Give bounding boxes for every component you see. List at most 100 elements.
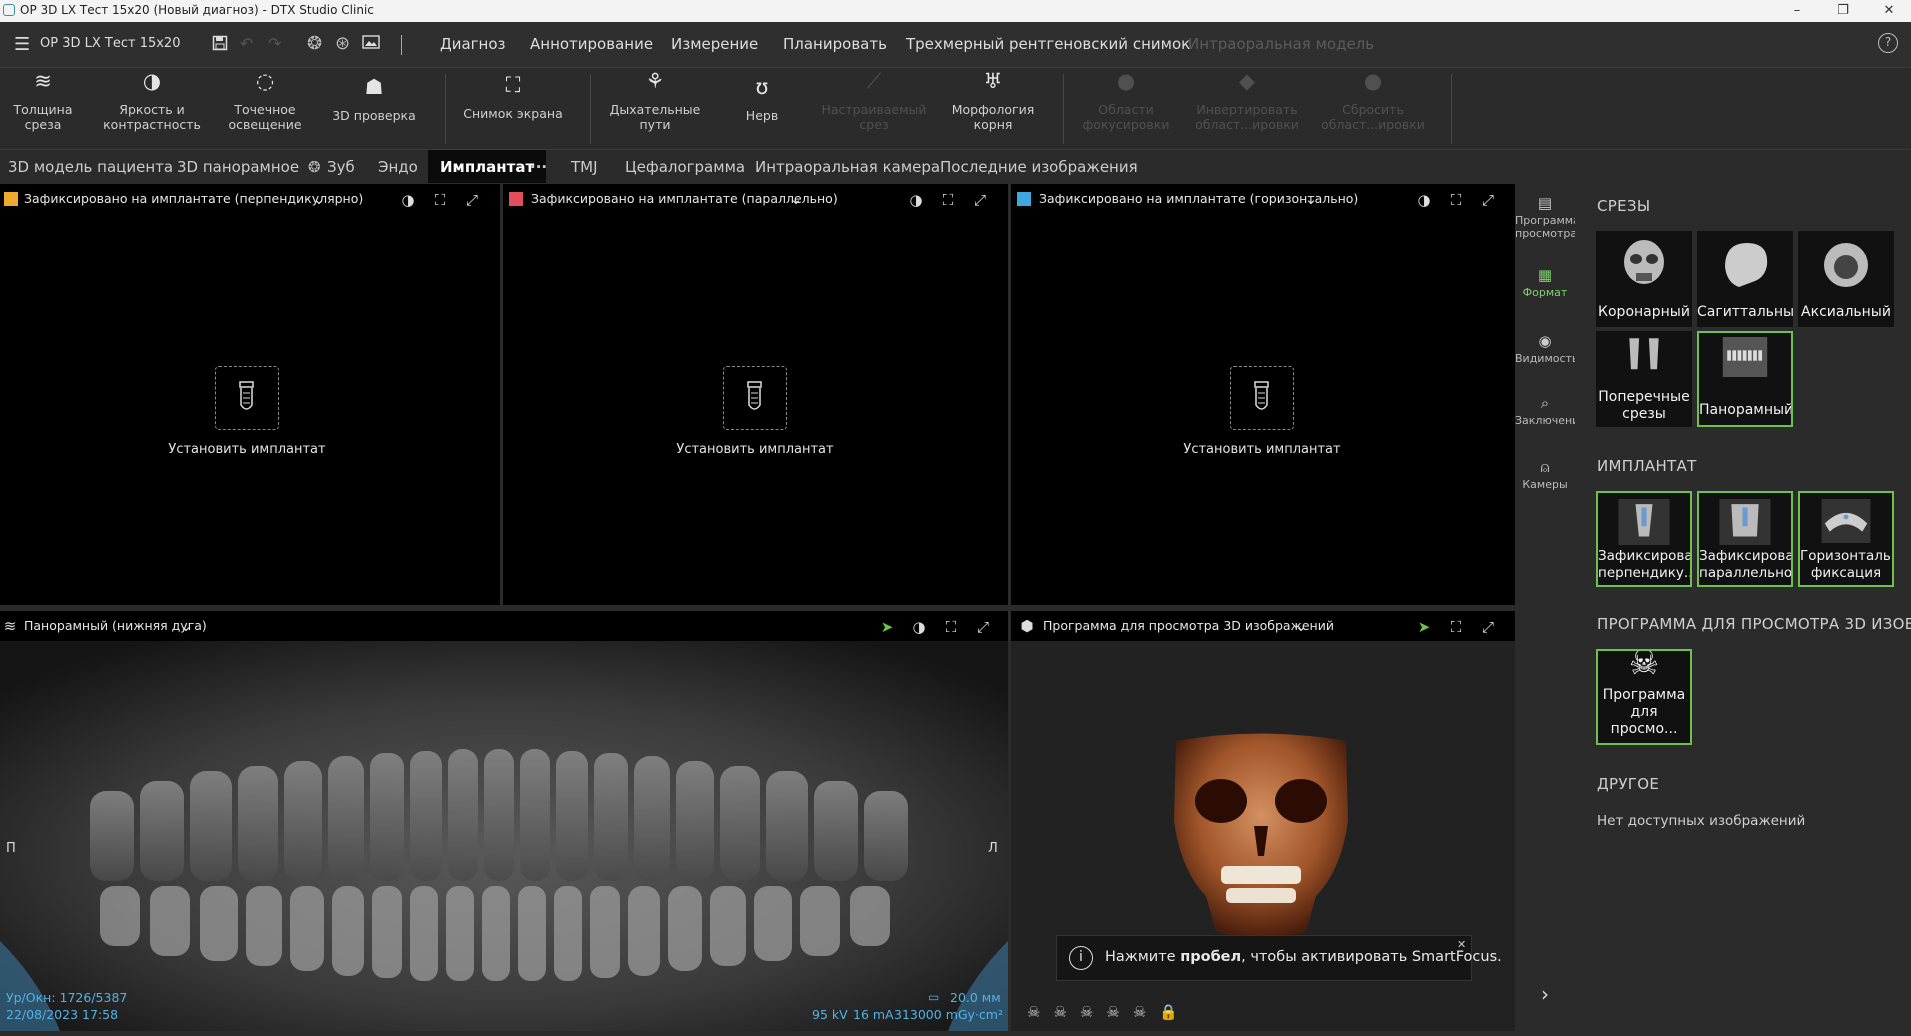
settings-wheel-icon[interactable]: ⊛ (335, 33, 350, 54)
viewport-implant-perpendicular[interactable]: Зафиксировано на имплантате (перпендикул… (0, 184, 500, 605)
layout-card-3d-viewer[interactable]: ☠ Программа для просмо... (1596, 649, 1692, 745)
window-level-readout: Ур/Окн: 1726/5387 (6, 990, 128, 1005)
maximize-button[interactable]: ❐ (1820, 0, 1866, 22)
expand-panel-button[interactable]: › (1515, 984, 1575, 1004)
image-gallery-icon[interactable] (362, 34, 380, 54)
minimize-button[interactable]: – (1774, 0, 1820, 22)
fullscreen-icon[interactable]: ⤢ (462, 190, 482, 210)
skull-front-view-icon[interactable]: ☠ (1027, 1003, 1053, 1021)
tab-tmj[interactable]: TMJ (571, 158, 598, 176)
viewport-3d-viewer[interactable]: ⬢ Программа для просмотра 3D изображений… (1011, 611, 1515, 1031)
skull-top-view-icon[interactable]: ☠ (1133, 1003, 1159, 1021)
undo-icon[interactable]: ↶ (240, 34, 253, 53)
rail-format[interactable]: ▦ Формат (1515, 268, 1575, 300)
nav-annotation[interactable]: Аннотирование (530, 35, 653, 53)
skull-right-view-icon[interactable]: ☠ (1106, 1003, 1132, 1021)
set-implant-label[interactable]: Установить имплантат (1152, 442, 1372, 457)
fit-to-view-icon[interactable]: ⛶ (941, 617, 961, 637)
tool-airway[interactable]: ⚘ Дыхательные пути (606, 71, 704, 133)
layout-card-implant-horizontal[interactable]: Горизонтальная фиксация (1798, 491, 1894, 587)
nav-3d-xray[interactable]: Трехмерный рентгеновский снимок (906, 35, 1190, 53)
rail-viewer-program[interactable]: ▤ Программа просмотра (1515, 196, 1580, 241)
layout-card-implant-perpendicular[interactable]: Зафиксировано перпендику... (1596, 491, 1692, 587)
tool-spotlight[interactable]: ◌ Точечное освещение (222, 71, 308, 133)
viewport-header: Зафиксировано на имплантате (параллельно… (503, 184, 1008, 214)
layout-card-sagittal[interactable]: Сагиттальный (1697, 231, 1793, 327)
fullscreen-icon[interactable]: ⤢ (970, 190, 990, 210)
set-implant-label[interactable]: Установить имплантат (645, 442, 865, 457)
skull-back-view-icon[interactable]: ☠ (1053, 1003, 1079, 1021)
nav-measurement[interactable]: Измерение (671, 35, 758, 53)
layout-card-implant-parallel[interactable]: Зафиксировано параллельно (1697, 491, 1793, 587)
rail-conclusions[interactable]: ⌕ Заключения (1515, 396, 1586, 428)
implant-parallel-thumbnail (1719, 499, 1771, 545)
tab-tooth[interactable]: Зуб (327, 158, 355, 176)
fullscreen-icon[interactable]: ⤢ (1478, 190, 1498, 210)
save-icon[interactable] (212, 35, 228, 55)
layout-card-axial[interactable]: Аксиальный (1798, 231, 1894, 327)
tab-intraoral-camera[interactable]: Интраоральная камера (755, 158, 940, 176)
chevron-down-icon[interactable]: ⌄ (786, 189, 806, 209)
tool-root-morphology[interactable]: ♅ Морфология корня (946, 71, 1040, 133)
coronal-slice-thumbnail (1624, 240, 1664, 284)
hamburger-menu-icon[interactable]: ☰ (14, 34, 30, 55)
tab-implant[interactable]: Имплантат (428, 150, 547, 183)
implant-placeholder-icon[interactable] (1230, 366, 1294, 430)
pointer-cursor-icon[interactable]: ➤ (877, 617, 897, 637)
chevron-down-icon[interactable]: ⌄ (1301, 189, 1321, 209)
tool-brightness-contrast[interactable]: ◑ Яркость и контрастность (98, 71, 206, 133)
fit-to-view-icon[interactable]: ⛶ (1446, 617, 1466, 637)
teeth-chart-icon[interactable]: ❂ (307, 33, 322, 54)
nav-planning[interactable]: Планировать (783, 35, 887, 53)
implant-placeholder-icon[interactable] (215, 366, 279, 430)
layout-card-coronal[interactable]: Коронарный (1596, 231, 1692, 327)
fit-to-view-icon[interactable]: ⛶ (430, 190, 450, 210)
patient-name[interactable]: OP 3D LX Тест 15x20 (40, 36, 180, 51)
tool-label: Толщина среза (13, 102, 73, 132)
nav-intraoral-model[interactable]: Интраоральная модель (1188, 35, 1374, 53)
redo-icon[interactable]: ↷ (268, 34, 281, 53)
rail-visibility[interactable]: ◉ Видимость (1515, 334, 1578, 366)
tab-more-button[interactable]: ··· (530, 158, 547, 176)
rail-cameras[interactable]: ⍝ Камеры (1515, 460, 1575, 492)
tool-3d-check[interactable]: ☗ 3D проверка (328, 77, 420, 124)
tab-3d-patient-model[interactable]: 3D модель пациента (8, 158, 173, 176)
viewport-implant-parallel[interactable]: Зафиксировано на имплантате (параллельно… (503, 184, 1008, 605)
tool-reset-areas[interactable]: ● Сбросить област...ировки (1310, 71, 1436, 133)
tab-3d-panoramic[interactable]: 3D панорамное (177, 158, 299, 176)
tool-screenshot[interactable]: ⛶ Снимок экрана (460, 75, 566, 122)
close-window-button[interactable]: ✕ (1866, 0, 1911, 22)
fit-to-view-icon[interactable]: ⛶ (938, 190, 958, 210)
tool-custom-slice[interactable]: ⟋ Настраиваемый срез (816, 71, 932, 133)
tab-cephalogram[interactable]: Цефалограмма (625, 158, 745, 176)
chevron-down-icon[interactable]: ⌄ (309, 189, 329, 209)
contrast-icon[interactable]: ◑ (398, 190, 418, 210)
tool-nerve[interactable]: ʊ Нерв (724, 77, 800, 124)
layout-card-cross-sections[interactable]: Поперечные срезы (1596, 331, 1692, 427)
fit-to-view-icon[interactable]: ⛶ (1446, 190, 1466, 210)
chevron-down-icon[interactable]: ⌄ (176, 616, 196, 636)
fullscreen-icon[interactable]: ⤢ (1478, 617, 1498, 637)
layout-card-panoramic[interactable]: Панорамный (1697, 331, 1793, 427)
skull-left-view-icon[interactable]: ☠ (1080, 1003, 1106, 1021)
lock-icon[interactable]: 🔒 (1159, 1003, 1191, 1021)
contrast-icon[interactable]: ◑ (906, 190, 926, 210)
tab-endo[interactable]: Эндо (378, 158, 418, 176)
set-implant-label[interactable]: Установить имплантат (137, 442, 357, 457)
close-hint-button[interactable]: ✕ (1457, 938, 1466, 951)
contrast-icon[interactable]: ◑ (1414, 190, 1434, 210)
nav-diagnosis[interactable]: Диагноз (440, 35, 506, 53)
viewport-implant-horizontal[interactable]: Зафиксировано на имплантате (горизонталь… (1011, 184, 1515, 605)
implant-placeholder-icon[interactable] (723, 366, 787, 430)
fullscreen-icon[interactable]: ⤢ (973, 617, 993, 637)
tool-focus-areas[interactable]: ● Области фокусировки (1078, 71, 1174, 133)
tool-invert-areas[interactable]: ◆ Инвертировать област...ировки (1186, 71, 1308, 133)
pointer-cursor-icon[interactable]: ➤ (1414, 617, 1434, 637)
tool-slice-thickness[interactable]: ≋ Толщина среза (4, 71, 82, 133)
chevron-down-icon[interactable]: ⌄ (1291, 616, 1311, 636)
viewport-panoramic[interactable]: ≋ Панорамный (нижняя дуга) ⌄ ➤ ◑ ⛶ ⤢ П Л… (0, 611, 1008, 1031)
contrast-icon[interactable]: ◑ (909, 617, 929, 637)
help-icon[interactable]: ? (1878, 33, 1898, 53)
tab-recent-images[interactable]: Последние изображения (940, 158, 1138, 176)
app-logo-icon (3, 4, 15, 16)
